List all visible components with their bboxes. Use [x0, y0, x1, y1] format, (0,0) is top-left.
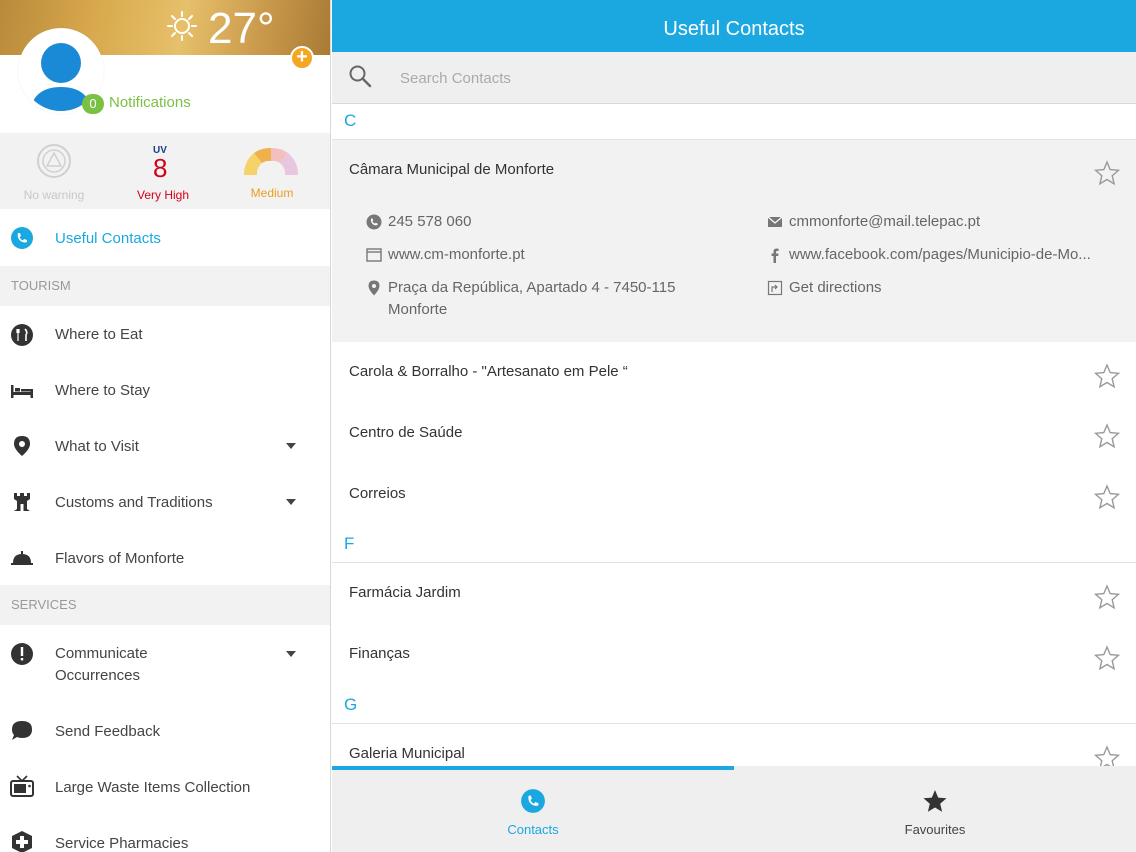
sidebar-item-label: Service Pharmacies: [55, 835, 189, 852]
exclamation-icon: [11, 643, 33, 665]
page-title: Useful Contacts: [663, 18, 805, 40]
contact-name: Galeria Municipal: [349, 745, 465, 762]
pharmacy-icon: [12, 831, 32, 852]
contact-address-line2: Monforte: [388, 301, 448, 318]
contact-website[interactable]: www.cm-monforte.pt: [388, 246, 525, 263]
contact-row[interactable]: Galeria Municipal: [332, 725, 1136, 771]
contact-phone[interactable]: 245 578 060: [388, 213, 471, 230]
contact-row[interactable]: Farmácia Jardim: [332, 564, 1136, 625]
sidebar-item-label: Customs and Traditions: [55, 494, 213, 511]
sidebar-item-label: Useful Contacts: [55, 230, 161, 247]
star-outline-icon[interactable]: [1094, 584, 1120, 610]
contact-name: Câmara Municipal de Monforte: [349, 161, 555, 178]
search-input[interactable]: [390, 62, 1090, 94]
sidebar-item-where-to-eat[interactable]: Where to Eat: [0, 306, 330, 362]
bed-icon: [11, 385, 33, 398]
notifications-link[interactable]: Notifications: [109, 94, 191, 111]
phone-icon: [521, 789, 545, 813]
sidebar-item-label: Occurrences: [55, 667, 141, 684]
contact-name: Centro de Saúde: [349, 424, 463, 441]
contact-name: Finanças: [349, 645, 410, 662]
map-pin-icon: [14, 436, 30, 456]
browser-icon: [366, 248, 382, 262]
sidebar-item-label: Where to Stay: [55, 382, 151, 399]
status-row: No warning UV 8 Very High Medium: [0, 133, 330, 209]
top-bar: Useful Contacts: [332, 0, 1136, 52]
contact-row[interactable]: Correios: [332, 464, 1136, 525]
gauge-label: Medium: [250, 186, 294, 200]
star-icon: [923, 790, 947, 812]
contact-email[interactable]: cmmonforte@mail.telepac.pt: [789, 213, 980, 230]
map-pin-icon: [368, 280, 380, 296]
section-header-services: SERVICES: [0, 585, 330, 625]
sidebar-item-label: Communicate: [55, 645, 148, 662]
contact-name: Carola & Borralho - "Artesanato em Pele …: [349, 363, 628, 380]
main-panel: Useful Contacts C Câmara Municipal de Mo…: [332, 0, 1136, 852]
chevron-down-icon[interactable]: [286, 443, 296, 449]
gauge-icon[interactable]: [240, 143, 302, 177]
uv-value[interactable]: 8: [153, 153, 167, 184]
sidebar-item-label: Send Feedback: [55, 723, 161, 740]
directions-icon: [767, 280, 783, 296]
sidebar-item-flavors-of-monforte[interactable]: Flavors of Monforte: [0, 530, 330, 586]
speech-bubble-icon: [12, 721, 32, 740]
uv-level-label: Very High: [136, 188, 190, 202]
contact-facebook[interactable]: www.facebook.com/pages/Municipio-de-Mo..…: [789, 246, 1091, 263]
star-outline-icon[interactable]: [1094, 645, 1120, 671]
app-window: 27° + 0 Notifications No warning UV 8 Ve…: [0, 0, 1136, 852]
facebook-icon: [771, 248, 779, 263]
cutlery-icon: [11, 324, 33, 346]
star-outline-icon[interactable]: [1094, 363, 1120, 389]
sun-icon: [167, 11, 197, 41]
expanded-contact-card[interactable]: Câmara Municipal de Monforte 245 578 060…: [332, 140, 1136, 342]
sidebar-item-label: Large Waste Items Collection: [55, 779, 251, 796]
sidebar-item-label: What to Visit: [55, 438, 139, 455]
sidebar-item-useful-contacts[interactable]: Useful Contacts: [0, 210, 330, 266]
sidebar-item-label: Flavors of Monforte: [55, 550, 185, 567]
castle-tower-icon: [14, 493, 30, 511]
phone-icon: [11, 227, 33, 249]
cloche-icon: [11, 551, 33, 565]
section-letter-c: C: [332, 104, 1136, 140]
tab-bar: Contacts Favourites: [332, 766, 1136, 852]
contact-address-line1: Praça da República, Apartado 4 - 7450-11…: [388, 279, 676, 296]
temperature-label: 27°: [208, 4, 275, 53]
warning-icon[interactable]: [36, 143, 72, 179]
search-icon[interactable]: [348, 64, 372, 88]
sidebar-item-communicate-occurrences[interactable]: Communicate Occurrences: [0, 626, 330, 704]
section-letter-f: F: [332, 527, 1136, 563]
contact-row[interactable]: Centro de Saúde: [332, 403, 1136, 464]
warning-label: No warning: [23, 188, 85, 202]
contact-name: Farmácia Jardim: [349, 584, 461, 601]
tab-contacts[interactable]: Contacts: [332, 770, 734, 852]
sidebar-item-label: Where to Eat: [55, 326, 143, 343]
contact-name: Correios: [349, 485, 406, 502]
tab-label: Favourites: [904, 822, 966, 837]
tab-label: Contacts: [507, 822, 559, 837]
section-header-tourism: TOURISM: [0, 266, 330, 306]
chevron-down-icon[interactable]: [286, 499, 296, 505]
notification-count-badge[interactable]: 0: [82, 94, 104, 114]
star-outline-icon[interactable]: [1094, 484, 1120, 510]
search-bar: [332, 52, 1136, 104]
tv-icon: [10, 775, 34, 797]
sidebar: 27° + 0 Notifications No warning UV 8 Ve…: [0, 0, 331, 852]
contact-row[interactable]: Carola & Borralho - "Artesanato em Pele …: [332, 342, 1136, 403]
add-button[interactable]: +: [290, 46, 314, 70]
envelope-icon: [767, 216, 783, 227]
sidebar-item-what-to-visit[interactable]: What to Visit: [0, 418, 330, 474]
sidebar-item-send-feedback[interactable]: Send Feedback: [0, 704, 330, 760]
tab-favourites[interactable]: Favourites: [734, 770, 1136, 852]
sidebar-item-where-to-stay[interactable]: Where to Stay: [0, 362, 330, 418]
sidebar-item-service-pharmacies[interactable]: Service Pharmacies: [0, 816, 330, 852]
sidebar-item-large-waste-items-collection[interactable]: Large Waste Items Collection: [0, 760, 330, 816]
chevron-down-icon[interactable]: [286, 651, 296, 657]
phone-icon: [366, 214, 382, 230]
get-directions-link[interactable]: Get directions: [789, 279, 882, 296]
section-letter-g: G: [332, 688, 1136, 724]
star-outline-icon[interactable]: [1094, 160, 1120, 186]
star-outline-icon[interactable]: [1094, 423, 1120, 449]
sidebar-item-customs-and-traditions[interactable]: Customs and Traditions: [0, 474, 330, 530]
contact-row[interactable]: Finanças: [332, 625, 1136, 686]
